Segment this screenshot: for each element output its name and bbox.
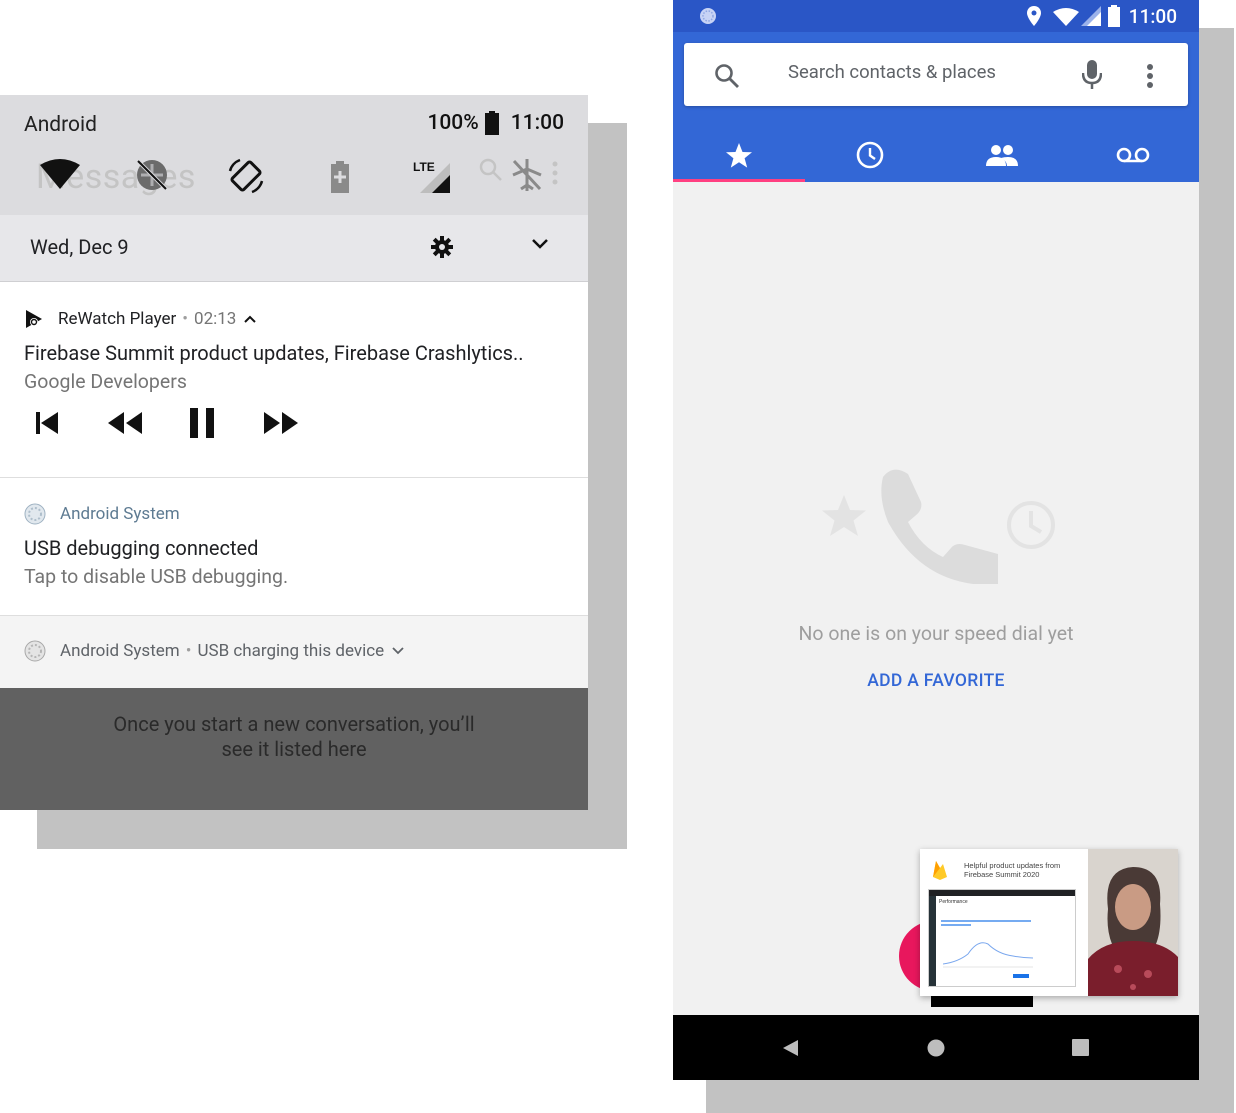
data-saver-off-icon[interactable] xyxy=(134,157,170,193)
tab-voicemail[interactable] xyxy=(1068,128,1200,182)
auto-rotate-icon[interactable] xyxy=(226,157,266,195)
svg-text:LTE: LTE xyxy=(413,160,435,174)
separator-dot: • xyxy=(185,641,192,661)
status-bar: 11:00 xyxy=(673,0,1199,32)
airplane-mode-off-icon[interactable] xyxy=(510,157,544,193)
overflow-menu-icon[interactable] xyxy=(1146,63,1154,89)
navigation-bar xyxy=(673,1015,1199,1080)
usb-debug-text: Tap to disable USB debugging. xyxy=(24,565,289,588)
pip-dashboard-text-line xyxy=(941,920,1031,922)
usb-charging-notification[interactable]: Android System • USB charging this devic… xyxy=(0,616,588,688)
android-system-icon xyxy=(24,503,46,525)
qs-time: 11:00 xyxy=(510,111,564,135)
usb-charging-header: Android System • USB charging this devic… xyxy=(24,640,404,662)
firebase-logo-icon xyxy=(932,859,948,881)
wifi-signal-icon xyxy=(1053,8,1079,26)
location-icon xyxy=(1027,6,1041,26)
usb-charging-app-name: Android System xyxy=(60,641,180,661)
expand-chevron-icon[interactable] xyxy=(530,237,550,251)
people-icon xyxy=(985,144,1018,166)
empty-state-message: No one is on your speed dial yet xyxy=(798,622,1074,645)
phone-app-screen: 11:00 Search contacts & places No one is… xyxy=(673,0,1199,1080)
skip-previous-icon[interactable] xyxy=(30,408,64,438)
qs-footer: Wed, Dec 9 xyxy=(0,215,588,282)
notification-dot-icon xyxy=(699,7,717,25)
pip-dashboard-heading: Performance xyxy=(939,899,968,905)
tab-contacts[interactable] xyxy=(936,128,1068,182)
quick-settings-panel: Messages Android 100% 11:00 LTE xyxy=(0,95,588,215)
speed-dial-empty-illustration xyxy=(813,462,1063,587)
picture-in-picture-video[interactable]: Helpful product updates from Firebase Su… xyxy=(920,849,1178,996)
media-notification[interactable]: ReWatch Player • 02:13 Firebase Summit p… xyxy=(0,282,588,478)
media-app-name: ReWatch Player xyxy=(58,309,177,329)
usb-debugging-notification[interactable]: Android System USB debugging connected T… xyxy=(0,478,588,616)
battery-icon xyxy=(1108,5,1120,27)
search-bar[interactable] xyxy=(684,43,1188,106)
qs-status: 100% 11:00 xyxy=(427,111,564,135)
background-empty-text: Once you start a new conversation, you’l… xyxy=(113,712,475,761)
battery-saver-icon[interactable] xyxy=(330,161,350,193)
settings-gear-icon[interactable] xyxy=(430,235,454,259)
usb-debug-title: USB debugging connected xyxy=(24,536,259,560)
carrier-label: Android xyxy=(24,113,97,137)
pip-dashboard-sidebar xyxy=(929,896,936,986)
clock-icon xyxy=(1007,501,1055,549)
pip-dashboard-button xyxy=(1013,974,1029,978)
microphone-icon[interactable] xyxy=(1082,60,1102,90)
battery-percent: 100% xyxy=(427,111,479,135)
mobile-data-lte-icon[interactable]: LTE xyxy=(412,159,454,193)
search-input[interactable] xyxy=(788,61,1048,83)
usb-charging-text: USB charging this device xyxy=(197,641,385,661)
pause-icon[interactable] xyxy=(186,406,220,440)
media-subtitle: Google Developers xyxy=(24,370,187,393)
wifi-icon[interactable] xyxy=(40,159,80,189)
rewatch-app-icon xyxy=(24,309,44,329)
rewind-icon[interactable] xyxy=(106,408,144,438)
search-icon xyxy=(478,157,504,183)
speaker-video-feed xyxy=(1088,849,1178,996)
cell-signal-icon xyxy=(1081,6,1101,26)
media-notification-header: ReWatch Player • 02:13 xyxy=(24,309,257,329)
media-title: Firebase Summit product updates, Firebas… xyxy=(24,341,524,365)
recents-icon[interactable] xyxy=(1072,1039,1089,1056)
pip-dashboard-screenshot: Performance xyxy=(928,889,1076,987)
separator-dot: • xyxy=(182,309,189,329)
usb-debug-app-name: Android System xyxy=(60,504,180,524)
search-icon[interactable] xyxy=(714,63,740,89)
expand-chevron-icon[interactable] xyxy=(392,647,404,655)
voicemail-icon xyxy=(1116,147,1150,163)
collapse-chevron-icon[interactable] xyxy=(244,315,257,323)
media-elapsed: 02:13 xyxy=(194,309,237,329)
tab-bar xyxy=(673,128,1199,182)
android-system-icon xyxy=(24,640,46,662)
star-icon xyxy=(822,495,866,536)
fast-forward-icon[interactable] xyxy=(262,408,300,438)
selected-tab-indicator xyxy=(673,179,805,182)
clock-icon xyxy=(856,141,884,169)
overflow-menu-icon xyxy=(552,161,558,185)
usb-debug-header: Android System xyxy=(24,503,180,525)
media-controls xyxy=(30,406,342,440)
phone-handset-icon xyxy=(881,469,998,584)
app-header xyxy=(673,32,1199,182)
star-icon xyxy=(725,142,753,169)
tab-speed-dial[interactable] xyxy=(673,128,805,182)
pip-dashboard-line-chart xyxy=(943,942,1033,968)
status-time: 11:00 xyxy=(1128,5,1177,28)
back-icon[interactable] xyxy=(781,1039,799,1057)
pip-dashboard-text-line xyxy=(941,924,971,926)
pip-dashboard-topbar xyxy=(929,890,1075,896)
qs-date: Wed, Dec 9 xyxy=(30,235,129,259)
background-conversation-area: Once you start a new conversation, you’l… xyxy=(0,688,588,810)
pip-video-title: Helpful product updates from Firebase Su… xyxy=(964,861,1061,879)
tab-recents[interactable] xyxy=(805,128,937,182)
battery-icon xyxy=(484,111,499,135)
home-icon[interactable] xyxy=(927,1039,945,1057)
notification-shade: Messages Android 100% 11:00 LTE Wed, Dec… xyxy=(0,95,588,810)
add-favorite-button[interactable]: ADD A FAVORITE xyxy=(673,671,1199,691)
